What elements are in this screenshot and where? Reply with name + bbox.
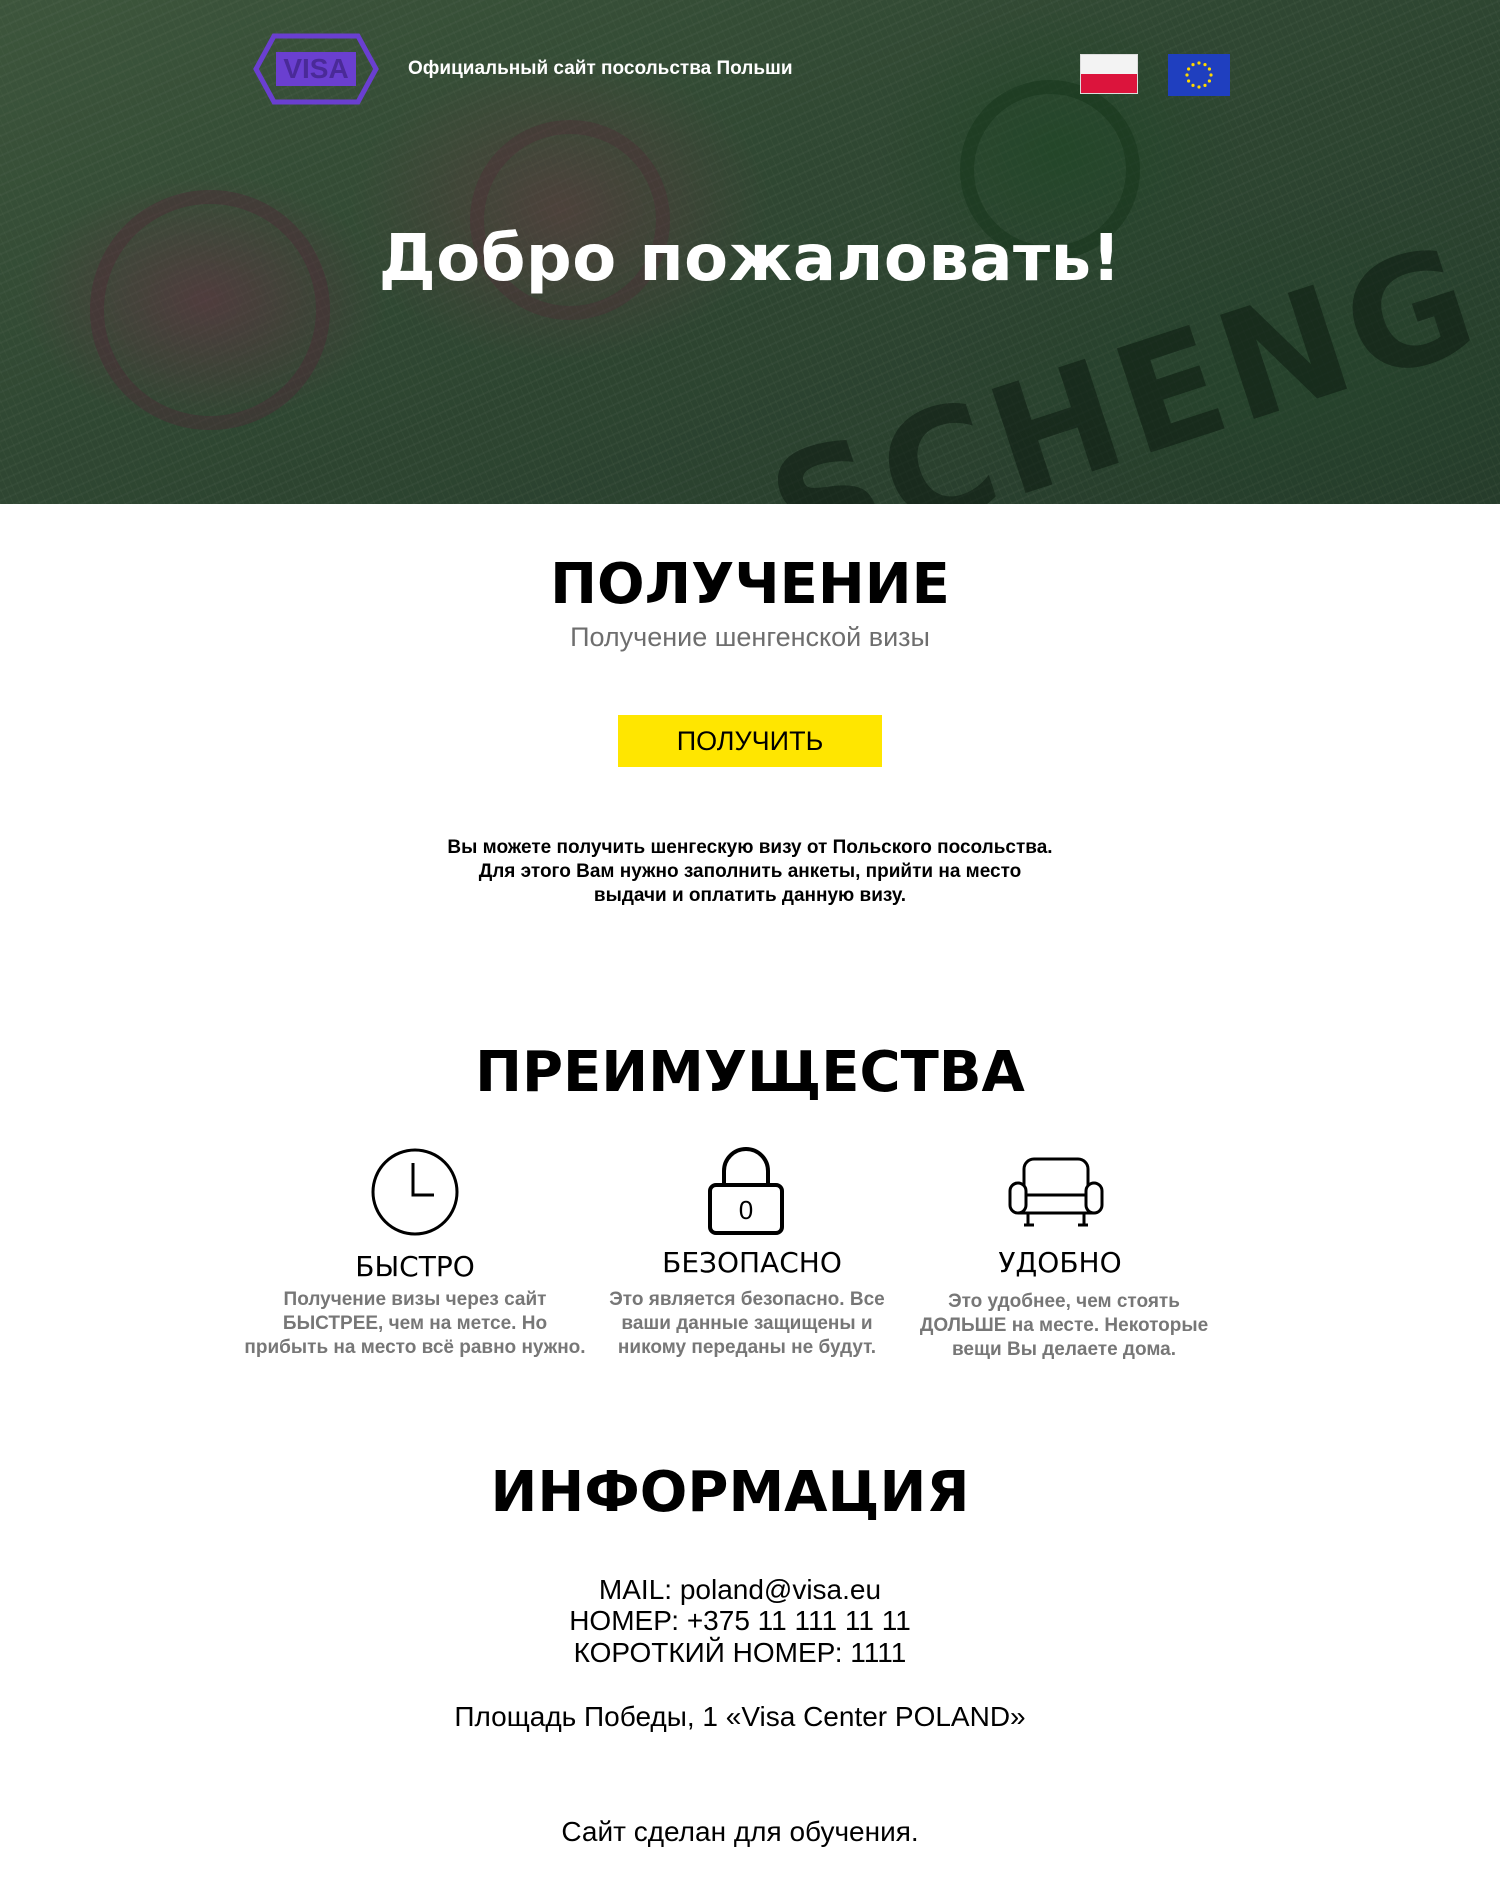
hero-banner: SCHENG VISA Официальный сайт посольства … [0,0,1500,504]
hero-title: Добро пожаловать! [378,222,1122,296]
visa-logo[interactable]: VISA [252,32,380,106]
obtain-description-line: Для этого Вам нужно заполнить анкеты, пр… [478,861,1022,882]
feature-text-line: Это является безопасно. Все [609,1289,885,1310]
feature-text-line: ДОЛЬШЕ на месте. Некоторые [919,1315,1209,1336]
feature-text-line: Получение визы через сайт [283,1289,547,1310]
flag-eu-icon[interactable] [1168,54,1230,96]
flag-poland-icon[interactable] [1080,54,1138,94]
feature-text-secure: Это является безопасно. Все ваши данные … [572,1288,922,1360]
feature-title-fast: БЫСТРО [355,1250,475,1283]
obtain-description: Вы можете получить шенгескую визу от Пол… [400,836,1100,908]
feature-text-fast: Получение визы через сайт БЫСТРЕЕ, чем н… [240,1288,590,1360]
info-address: Площадь Победы, 1 «Visa Center POLAND» [454,1701,1026,1732]
armchair-icon [1006,1155,1106,1233]
feature-text-line: Это удобнее, чем стоять [948,1291,1180,1312]
feature-title-convenient: УДОБНО [998,1246,1122,1279]
padlock-icon: 0 [704,1145,788,1237]
info-phone: НОМЕР: +375 11 111 11 11 [569,1605,911,1636]
footer-note: Сайт сделан для обучения. [561,1816,919,1847]
visa-logo-icon: VISA [253,33,379,105]
feature-text-line: прибыть на место всё равно нужно. [244,1337,586,1358]
feature-text-line: никому переданы не будут. [617,1337,877,1358]
get-visa-button[interactable]: ПОЛУЧИТЬ [618,715,882,767]
feature-text-line: БЫСТРЕЕ, чем на метсе. Но [282,1313,548,1334]
feature-text-line: ваши данные защищены и [621,1313,873,1334]
info-short-phone: КОРОТКИЙ НОМЕР: 1111 [573,1637,907,1668]
section-subtitle-obtain: Получение шенгенской визы [570,622,930,652]
obtain-description-line: Вы можете получить шенгескую визу от Пол… [447,837,1053,858]
visa-logo-text: VISA [283,53,348,84]
feature-title-secure: БЕЗОПАСНО [662,1246,842,1279]
section-title-obtain: ПОЛУЧЕНИЕ [550,552,950,617]
info-mail: MAIL: poland@visa.eu [598,1574,882,1605]
clock-icon [370,1147,460,1237]
section-title-advantages: ПРЕИМУЩЕСТВА [475,1040,1025,1105]
site-title: Официальный сайт посольства Польши [408,58,793,79]
feature-text-convenient: Это удобнее, чем стоять ДОЛЬШЕ на месте.… [889,1290,1239,1362]
feature-text-line: вещи Вы делаете дома. [951,1339,1176,1360]
padlock-icon-text: 0 [739,1195,753,1225]
obtain-description-line: выдачи и оплатить данную визу. [593,885,907,906]
section-title-info: ИНФОРМАЦИЯ [490,1460,970,1525]
